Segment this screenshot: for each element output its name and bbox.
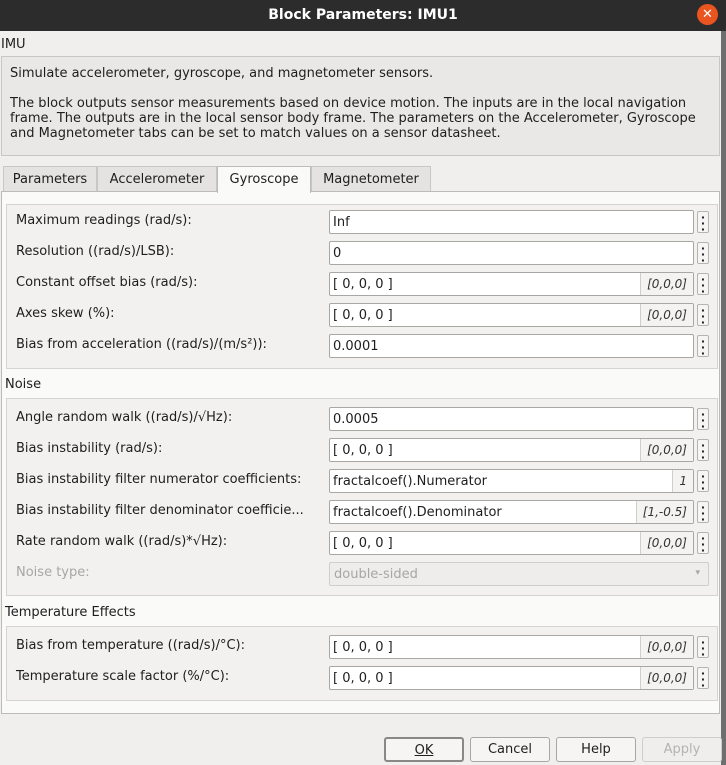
param-row: Temperature scale factor (%/°C): [ 0, 0,…: [7, 666, 719, 691]
param-value: Inf: [333, 215, 350, 230]
param-label: Bias instability filter denominator coef…: [16, 503, 304, 518]
param-value: [ 0, 0, 0 ]: [333, 671, 393, 686]
ok-button-label: OK: [414, 743, 434, 758]
temperature-group: Bias from temperature ((rad/s)/°C): [ 0,…: [6, 626, 718, 701]
description-line-1: Simulate accelerometer, gyroscope, and m…: [10, 66, 434, 81]
evaluated-value: [0,0,0]: [640, 439, 693, 461]
block-name: IMU: [1, 37, 26, 52]
param-input[interactable]: [ 0, 0, 0 ] [0,0,0]: [329, 272, 694, 296]
param-label: Angle random walk ((rad/s)/√Hz):: [16, 410, 233, 425]
param-label: Resolution ((rad/s)/LSB):: [16, 244, 175, 259]
block-description: Simulate accelerometer, gyroscope, and m…: [1, 56, 720, 156]
param-input[interactable]: 0.0001: [329, 334, 694, 358]
param-row: Resolution ((rad/s)/LSB): 0 · · ·: [7, 241, 719, 266]
param-label: Bias from acceleration ((rad/s)/(m/s²)):: [16, 337, 267, 352]
cancel-button-label: Cancel: [487, 742, 533, 757]
param-value: fractalcoef().Denominator: [333, 505, 502, 520]
evaluated-value: [0,0,0]: [640, 532, 693, 554]
param-value: [ 0, 0, 0 ]: [333, 308, 393, 323]
more-options-icon[interactable]: · · ·: [697, 439, 709, 463]
param-label: Bias instability filter numerator coeffi…: [16, 472, 302, 487]
title-bar: Block Parameters: IMU1 ✕: [0, 0, 726, 31]
param-input[interactable]: [ 0, 0, 0 ] [0,0,0]: [329, 531, 694, 555]
param-row: Bias instability filter denominator coef…: [7, 500, 719, 525]
param-row: Bias from temperature ((rad/s)/°C): [ 0,…: [7, 635, 719, 660]
gyroscope-main-group: Maximum readings (rad/s): Inf · · · Resolu…: [6, 204, 718, 369]
param-input[interactable]: [ 0, 0, 0 ] [0,0,0]: [329, 635, 694, 659]
param-value: 0.0001: [333, 339, 379, 354]
apply-button: Apply: [642, 737, 722, 762]
param-input[interactable]: [ 0, 0, 0 ] [0,0,0]: [329, 438, 694, 462]
chevron-down-icon: ▾: [695, 568, 700, 578]
close-icon[interactable]: ✕: [697, 4, 718, 25]
apply-button-label: Apply: [663, 742, 701, 757]
param-value: 0.0005: [333, 412, 379, 427]
param-row: Angle random walk ((rad/s)/√Hz): 0.0005 …: [7, 407, 719, 432]
ok-button[interactable]: OK: [384, 737, 464, 762]
param-input[interactable]: fractalcoef().Denominator [1,-0.5]: [329, 500, 694, 524]
tab-parameters[interactable]: Parameters: [3, 166, 97, 192]
evaluated-value: [0,0,0]: [640, 273, 693, 295]
evaluated-value: 1: [672, 470, 693, 492]
more-options-icon[interactable]: · · ·: [697, 304, 709, 328]
noise-type-label: Noise type:: [16, 565, 90, 580]
noise-group: Angle random walk ((rad/s)/√Hz): 0.0005 …: [6, 398, 718, 596]
param-input[interactable]: fractalcoef().Numerator 1: [329, 469, 694, 493]
noise-type-select: double-sided ▾: [329, 562, 709, 586]
param-row: Bias instability filter numerator coeffi…: [7, 469, 719, 494]
noise-group-title: Noise: [5, 377, 42, 392]
more-options-icon[interactable]: · · ·: [697, 242, 709, 266]
param-input[interactable]: 0.0005: [329, 407, 694, 431]
param-label: Bias instability (rad/s):: [16, 441, 163, 456]
param-value: [ 0, 0, 0 ]: [333, 640, 393, 655]
more-options-icon[interactable]: · · ·: [697, 335, 709, 359]
description-line-2: The block outputs sensor measurements ba…: [10, 96, 696, 141]
more-options-icon[interactable]: · · ·: [697, 501, 709, 525]
param-label: Temperature scale factor (%/°C):: [16, 669, 230, 684]
evaluated-value: [0,0,0]: [640, 636, 693, 658]
more-options-icon[interactable]: · · ·: [697, 408, 709, 432]
param-row: Bias from acceleration ((rad/s)/(m/s²)):…: [7, 334, 719, 359]
param-label: Axes skew (%):: [16, 306, 115, 321]
param-value: [ 0, 0, 0 ]: [333, 443, 393, 458]
param-value: fractalcoef().Numerator: [333, 474, 487, 489]
param-value: [ 0, 0, 0 ]: [333, 277, 393, 292]
help-button[interactable]: Help: [556, 737, 636, 762]
help-button-label: Help: [581, 742, 611, 757]
more-options-icon[interactable]: · · ·: [697, 667, 709, 691]
more-options-icon[interactable]: · · ·: [697, 470, 709, 494]
evaluated-value: [0,0,0]: [640, 304, 693, 326]
gyroscope-panel: Maximum readings (rad/s): Inf · · · Resolu…: [1, 191, 720, 714]
noise-type-value: double-sided: [334, 567, 418, 582]
param-input[interactable]: 0: [329, 241, 694, 265]
param-row: Axes skew (%): [ 0, 0, 0 ] [0,0,0] · · ·: [7, 303, 719, 328]
window-title: Block Parameters: IMU1: [268, 7, 458, 23]
param-input[interactable]: [ 0, 0, 0 ] [0,0,0]: [329, 303, 694, 327]
param-value: 0: [333, 246, 342, 261]
param-value: [ 0, 0, 0 ]: [333, 536, 393, 551]
evaluated-value: [0,0,0]: [640, 667, 693, 689]
window-edge: [721, 31, 726, 765]
tab-gyroscope[interactable]: Gyroscope: [217, 166, 311, 193]
param-input[interactable]: Inf: [329, 210, 694, 234]
param-label: Constant offset bias (rad/s):: [16, 275, 198, 290]
param-label: Bias from temperature ((rad/s)/°C):: [16, 638, 245, 653]
temperature-group-title: Temperature Effects: [5, 605, 136, 620]
param-row: Constant offset bias (rad/s): [ 0, 0, 0 …: [7, 272, 719, 297]
more-options-icon[interactable]: · · ·: [697, 532, 709, 556]
param-row: Bias instability (rad/s): [ 0, 0, 0 ] [0,…: [7, 438, 719, 463]
noise-type-row: Noise type: double-sided ▾: [7, 562, 719, 586]
param-row: Rate random walk ((rad/s)*√Hz): [ 0, 0, …: [7, 531, 719, 556]
cancel-button[interactable]: Cancel: [470, 737, 550, 762]
param-label: Maximum readings (rad/s):: [16, 213, 192, 228]
more-options-icon[interactable]: · · ·: [697, 211, 709, 235]
param-row: Maximum readings (rad/s): Inf · · ·: [7, 210, 719, 235]
tab-magnetometer[interactable]: Magnetometer: [311, 166, 431, 192]
param-input[interactable]: [ 0, 0, 0 ] [0,0,0]: [329, 666, 694, 690]
tab-accelerometer[interactable]: Accelerometer: [97, 166, 217, 192]
param-label: Rate random walk ((rad/s)*√Hz):: [16, 534, 228, 549]
more-options-icon[interactable]: · · ·: [697, 636, 709, 660]
evaluated-value: [1,-0.5]: [635, 501, 693, 523]
more-options-icon[interactable]: · · ·: [697, 273, 709, 297]
